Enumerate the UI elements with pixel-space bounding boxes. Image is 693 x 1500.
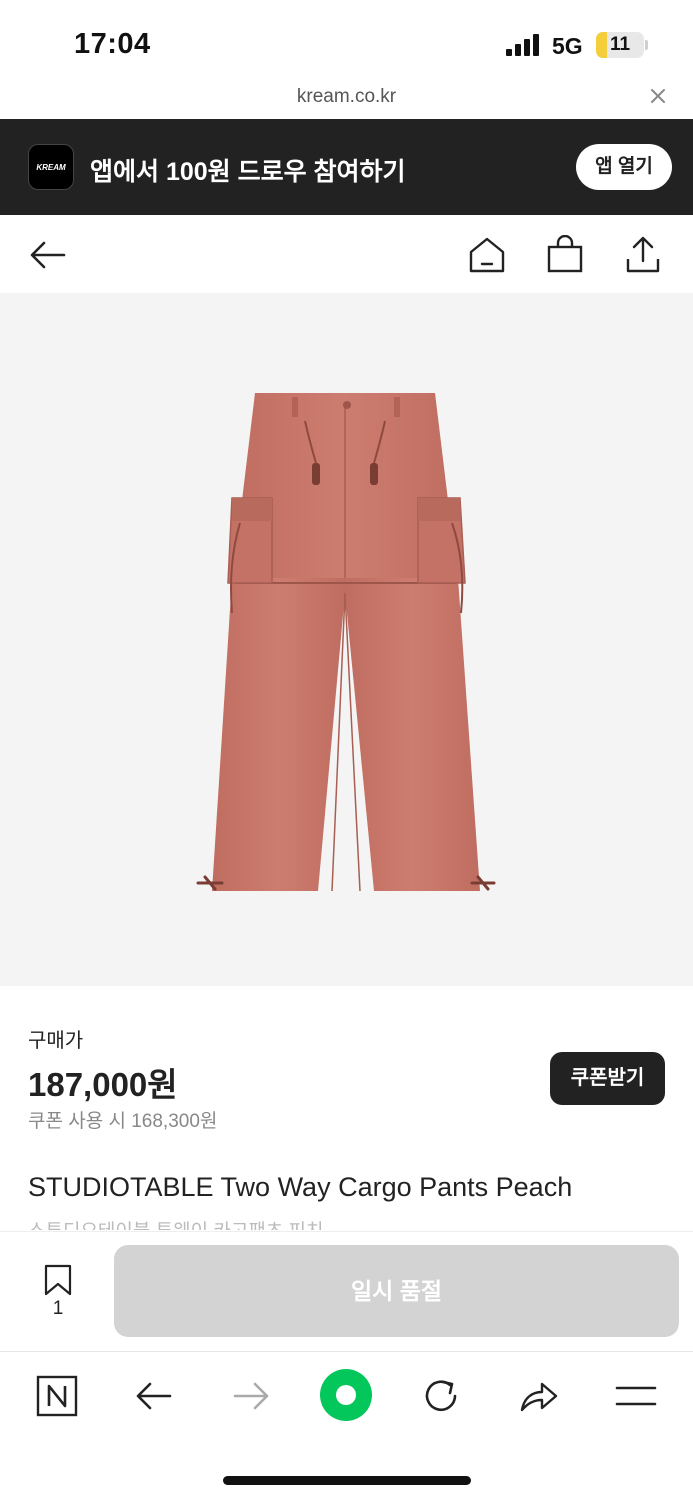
kream-logo: KREAM (28, 144, 74, 190)
price-label: 구매가 (28, 1030, 84, 1052)
battery-level: 11 (609, 34, 631, 55)
naver-n-icon[interactable] (35, 1374, 79, 1418)
product-subtitle: 스튜디오테이블 투웨이 카고팬츠 피치 (28, 1216, 324, 1230)
get-coupon-button[interactable]: 쿠폰받기 (550, 1052, 665, 1105)
share-icon[interactable] (623, 235, 663, 275)
status-bar: 17:04 5G 11 (0, 0, 693, 88)
back-arrow-icon[interactable] (28, 235, 68, 275)
product-info: 구매가 187,000원 쿠폰 사용 시 168,300원 쿠폰받기 STUDI… (0, 986, 693, 1231)
product-title: STUDIOTABLE Two Way Cargo Pants Peach (28, 1172, 573, 1202)
bookmark-count: 1 (52, 1298, 64, 1319)
home-indicator[interactable] (223, 1476, 471, 1485)
network-type: 5G (552, 33, 583, 59)
green-dot-icon[interactable] (318, 1367, 374, 1423)
signal-icon (506, 34, 539, 56)
share-icon[interactable] (516, 1374, 560, 1418)
browser-toolbar (0, 1351, 693, 1500)
coupon-price: 쿠폰 사용 시 168,300원 (28, 1111, 218, 1132)
open-app-button[interactable]: 앱 열기 (576, 144, 672, 190)
battery-icon: 11 (596, 32, 644, 58)
cargo-pants-image (196, 393, 496, 892)
banner-message: 앱에서 100원 드로우 참여하기 (90, 158, 406, 186)
status-time: 17:04 (74, 28, 151, 60)
close-icon[interactable] (648, 86, 668, 106)
back-icon[interactable] (132, 1374, 176, 1418)
app-download-banner: KREAM 앱에서 100원 드로우 참여하기 앱 열기 (0, 119, 693, 215)
purchase-action-bar: 1 일시 품절 (0, 1231, 693, 1351)
top-nav (0, 215, 693, 293)
bookmark-icon (44, 1264, 72, 1296)
battery-nub (645, 40, 648, 50)
url-text: kream.co.kr (296, 86, 397, 107)
price-value: 187,000원 (28, 1066, 178, 1103)
product-image[interactable] (0, 293, 693, 986)
forward-icon[interactable] (229, 1374, 273, 1418)
sold-out-button[interactable]: 일시 품절 (114, 1245, 679, 1337)
bookmark-button[interactable]: 1 (38, 1262, 78, 1322)
menu-icon[interactable] (614, 1374, 658, 1418)
refresh-icon[interactable] (419, 1374, 463, 1418)
home-icon[interactable] (467, 235, 507, 275)
browser-url-bar[interactable]: kream.co.kr (0, 82, 693, 118)
shopping-bag-icon[interactable] (545, 235, 585, 275)
